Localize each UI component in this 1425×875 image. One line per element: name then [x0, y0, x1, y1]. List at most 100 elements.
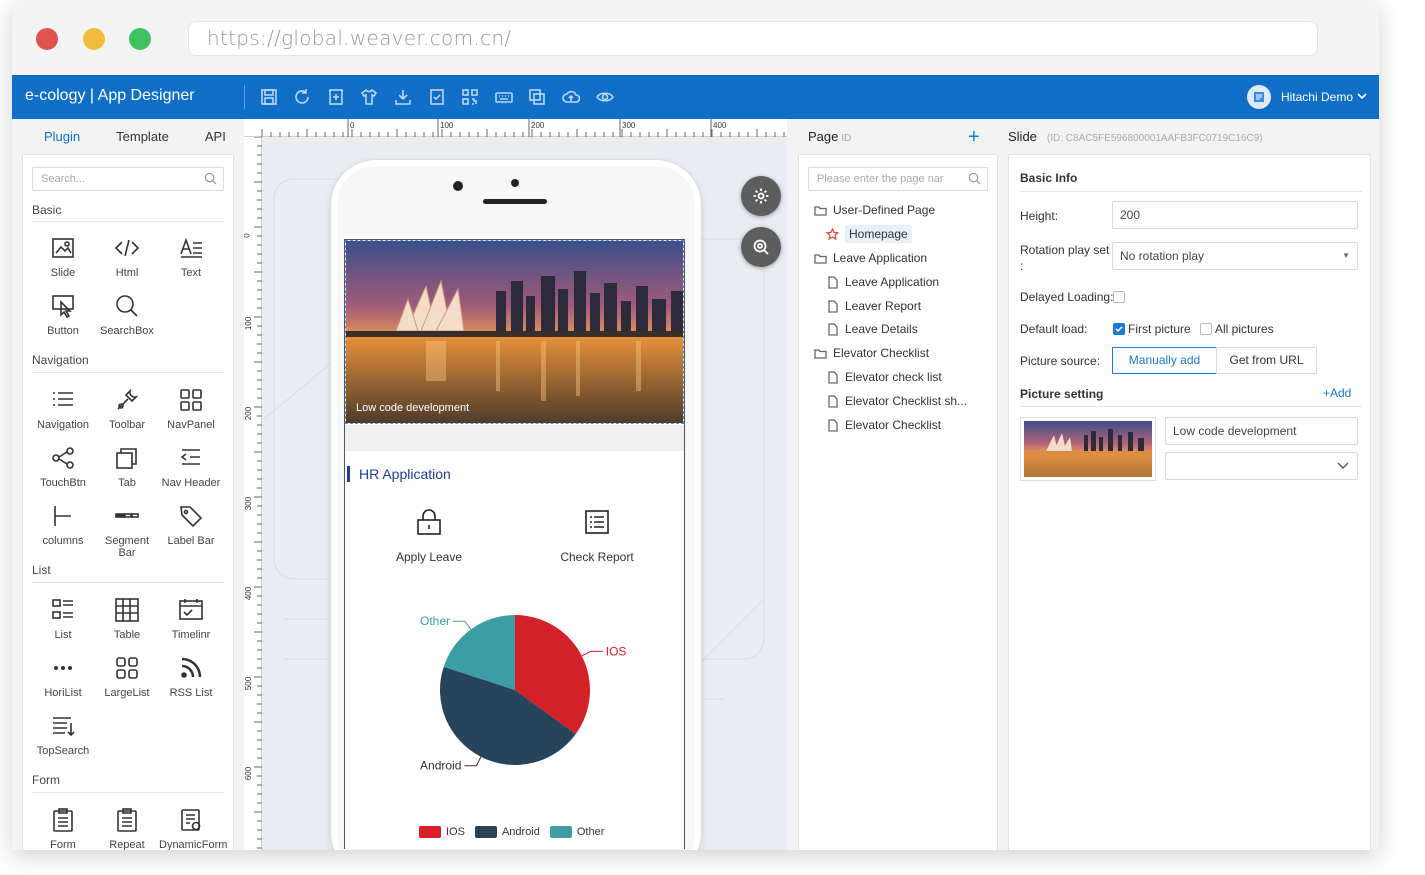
preview-eye-icon[interactable]	[596, 88, 614, 106]
legend-other[interactable]: Other	[549, 826, 604, 839]
component-label: SearchBox	[100, 325, 154, 337]
shirt-icon[interactable]	[360, 88, 378, 106]
tree-item[interactable]: Elevator Checklist	[814, 346, 929, 360]
check-form-icon[interactable]	[428, 88, 446, 106]
app-check-report[interactable]: Check Report	[537, 508, 657, 564]
component-text[interactable]: Text	[159, 235, 223, 287]
settings-fab[interactable]	[741, 176, 781, 216]
component-slide[interactable]: Slide	[31, 235, 95, 287]
component-largelist[interactable]: LargeList	[95, 655, 159, 707]
component-table[interactable]: Table	[95, 597, 159, 649]
tree-label: Elevator Checklist	[833, 346, 930, 360]
component-label: Tab	[118, 477, 136, 489]
tab-template[interactable]: Template	[98, 127, 187, 155]
design-canvas[interactable]: 0 100 200 300 400 0 100 200 300 400 500 …	[244, 119, 787, 850]
first-picture-checkbox[interactable]	[1113, 323, 1125, 335]
component-columns[interactable]: columns	[31, 503, 95, 555]
export-icon[interactable]	[327, 88, 345, 106]
keyboard-icon[interactable]	[495, 88, 513, 106]
qrcode-icon[interactable]	[461, 88, 479, 106]
tree-item[interactable]: Leave Application	[814, 251, 927, 265]
tab-api[interactable]: API	[187, 127, 244, 155]
caret-down-icon: ▼	[1342, 251, 1350, 260]
tree-item[interactable]: Leaver Report	[826, 299, 921, 313]
plugin-search-input[interactable]: Search...	[32, 167, 224, 191]
page-search-input[interactable]: Please enter the page nar	[808, 167, 988, 191]
add-page-button[interactable]: +	[968, 126, 980, 149]
large-grid-icon	[116, 657, 138, 679]
tab-plugin[interactable]: Plugin	[26, 127, 98, 157]
tree-item[interactable]: User-Defined Page	[814, 203, 935, 217]
component-horilist[interactable]: HoriList	[31, 655, 95, 707]
ruler-label: 0	[350, 121, 355, 130]
close-window-button[interactable]	[36, 28, 58, 50]
picture-thumbnail[interactable]	[1020, 417, 1156, 481]
tree-label: Elevator check list	[845, 370, 942, 384]
import-icon[interactable]	[394, 88, 412, 106]
component-label: Table	[113, 629, 141, 641]
component-rss-list[interactable]: RSS List	[159, 655, 223, 707]
legend-android[interactable]: Android	[474, 826, 540, 839]
save-icon[interactable]	[260, 88, 278, 106]
picture-caption-input[interactable]: Low code development	[1165, 417, 1358, 445]
tree-item[interactable]: Leave Application	[826, 275, 939, 289]
component-label: Repeat Table	[109, 839, 145, 850]
maximize-window-button[interactable]	[129, 28, 151, 50]
component-segment-bar[interactable]: Segment Bar	[95, 503, 159, 559]
ruler-label: 0	[244, 233, 252, 237]
tree-item[interactable]: Elevator Checklist	[826, 418, 941, 432]
tree-item[interactable]: Elevator Checklist sh...	[826, 394, 967, 408]
component-tab[interactable]: Tab	[95, 445, 159, 497]
get-from-url-button[interactable]: Get from URL	[1216, 347, 1317, 374]
picture-link-select[interactable]	[1165, 452, 1358, 480]
cloud-upload-icon[interactable]	[562, 88, 581, 106]
app-apply-leave[interactable]: Apply Leave	[369, 508, 489, 564]
component-nav-header[interactable]: Nav Header	[159, 445, 223, 497]
rotation-value: No rotation play	[1120, 249, 1205, 263]
minimize-window-button[interactable]	[83, 28, 105, 50]
tree-item[interactable]: Leave Details	[826, 322, 918, 336]
manually-add-button[interactable]: Manually add	[1112, 347, 1217, 374]
component-navpanel[interactable]: NavPanel	[159, 387, 223, 439]
all-pictures-checkbox[interactable]	[1200, 323, 1212, 335]
component-html[interactable]: Html	[95, 235, 159, 287]
section-title: HR Application	[359, 466, 451, 482]
add-picture-button[interactable]: +Add	[1323, 386, 1351, 400]
component-repeat-table[interactable]: Repeat Table	[95, 807, 159, 850]
component-label: TouchBtn	[40, 477, 86, 489]
copy-icon[interactable]	[528, 88, 546, 106]
app-title: e-cology | App Designer	[25, 87, 195, 104]
user-menu[interactable]: Hitachi Demo	[1246, 85, 1367, 109]
search-icon[interactable]	[204, 172, 217, 185]
tree-label: Homepage	[845, 225, 912, 243]
tree-label: Leave Application	[845, 275, 940, 289]
search-icon[interactable]	[968, 172, 981, 185]
tree-item[interactable]: Elevator check list	[826, 370, 942, 384]
component-label-bar[interactable]: Label Bar	[159, 503, 223, 555]
zoom-fab[interactable]	[741, 227, 781, 267]
tree-item-homepage[interactable]: Homepage	[826, 225, 912, 243]
component-timelinr[interactable]: Timelinr	[159, 597, 223, 649]
component-dynamicform[interactable]: DynamicForm	[159, 807, 227, 850]
delayed-loading-checkbox[interactable]	[1113, 291, 1125, 303]
tab-icon	[116, 448, 137, 469]
component-button[interactable]: Button	[31, 293, 95, 345]
slide-banner[interactable]: Low code development	[345, 240, 684, 424]
component-toolbar[interactable]: Toolbar	[95, 387, 159, 439]
spacer-strip	[345, 425, 684, 451]
component-navigation[interactable]: Navigation	[31, 387, 95, 439]
tree-label: User-Defined Page	[833, 203, 936, 217]
component-searchbox[interactable]: SearchBox	[95, 293, 159, 345]
component-form[interactable]: Form	[31, 807, 95, 850]
component-list[interactable]: List	[31, 597, 95, 649]
section-divider	[32, 582, 224, 583]
refresh-icon[interactable]	[293, 88, 311, 106]
app-header: e-cology | App Designer Hitachi Demo	[12, 75, 1379, 119]
address-bar[interactable]: https://global.weaver.com.cn/	[188, 21, 1318, 56]
list-icon	[52, 599, 73, 619]
component-topsearch[interactable]: TopSearch	[31, 713, 95, 765]
component-touchbtn[interactable]: TouchBtn	[31, 445, 95, 497]
legend-ios[interactable]: IOS	[419, 826, 465, 839]
rotation-select[interactable]: No rotation play ▼	[1112, 242, 1358, 270]
height-input[interactable]: 200	[1112, 201, 1358, 229]
